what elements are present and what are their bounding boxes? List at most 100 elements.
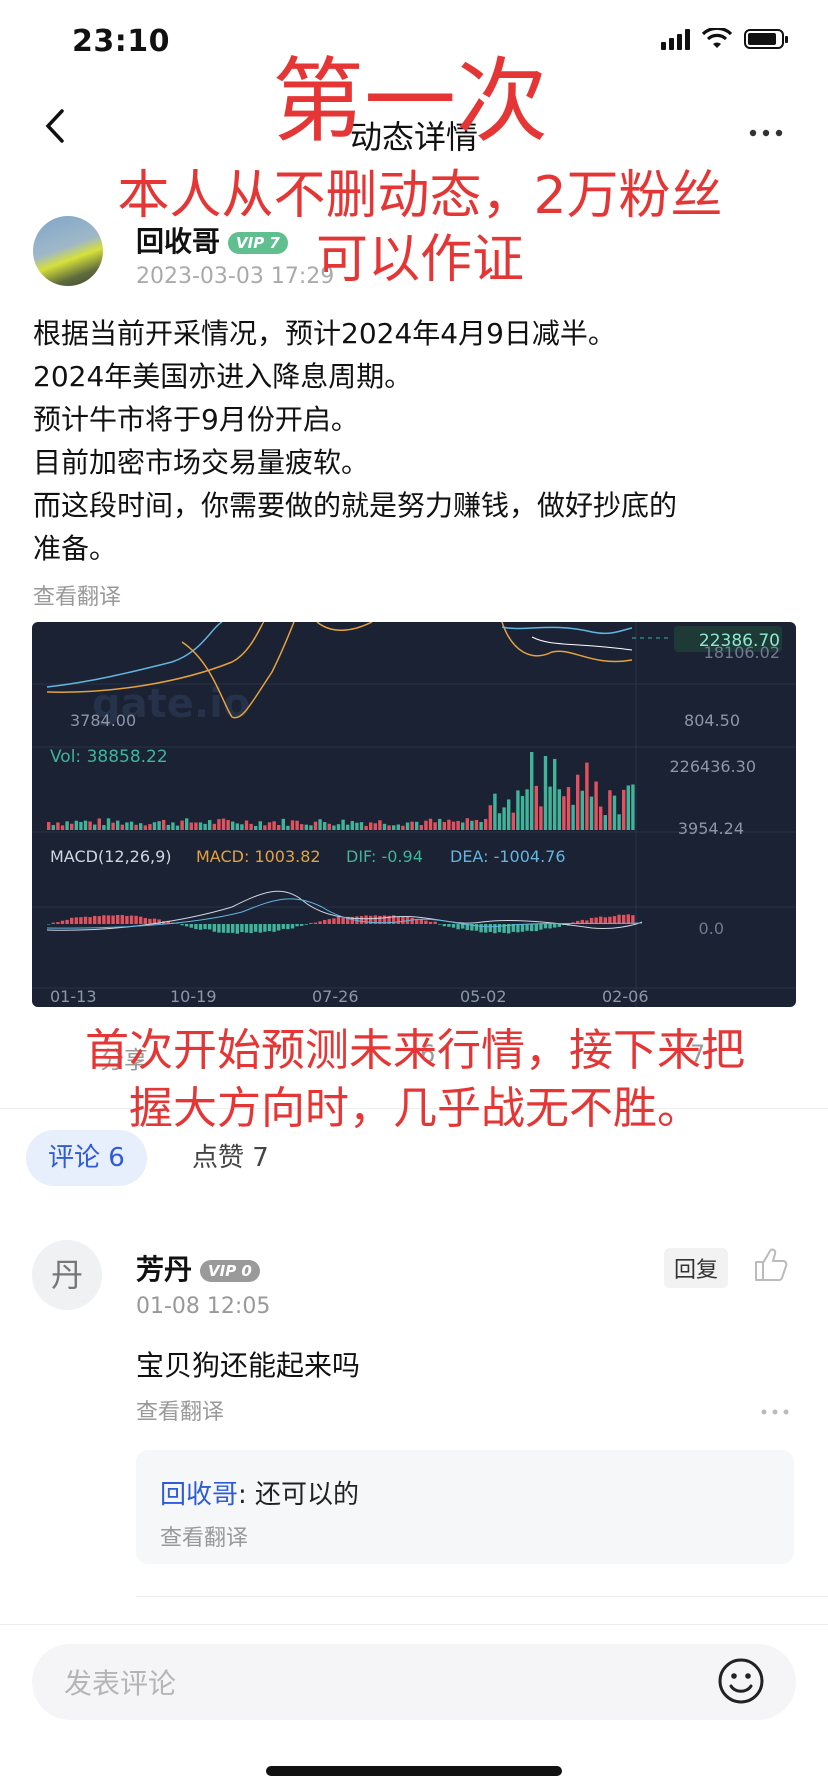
- price-chart[interactable]: gate.io 22386.70 18106.02 804.50 3784.00…: [32, 622, 796, 1007]
- volume-bar: [369, 822, 373, 830]
- volume-bar: [511, 812, 515, 830]
- volume-bar: [447, 819, 451, 830]
- macd-bar: [185, 924, 189, 927]
- volume-bar: [125, 822, 129, 830]
- translate-link[interactable]: 查看翻译: [33, 576, 803, 619]
- macd-bar: [231, 924, 235, 933]
- volume-bar: [566, 787, 571, 830]
- volume-bar: [148, 824, 152, 830]
- volume-bar: [599, 806, 603, 830]
- volume-bar: [419, 825, 423, 830]
- comment-more-button[interactable]: [760, 1394, 790, 1422]
- volume-bar: [74, 820, 78, 830]
- volume-bar: [60, 825, 65, 830]
- post-line: 根据当前开采情况，预计2024年4月9日减半。: [33, 317, 616, 350]
- macd-bar: [102, 915, 106, 924]
- volume-bar: [502, 807, 506, 830]
- volume-bar: [557, 789, 561, 830]
- macd-bar: [249, 924, 253, 934]
- reply-box[interactable]: 回收哥: 还可以的 查看翻译: [136, 1450, 794, 1564]
- x-tick: 10-19: [170, 987, 217, 1006]
- volume-axis-label: 3954.24: [678, 819, 744, 838]
- tab-comments[interactable]: 评论 6: [26, 1130, 147, 1186]
- translate-link[interactable]: 查看翻译: [136, 1394, 224, 1426]
- comment-input[interactable]: [62, 1644, 666, 1722]
- battery-icon: [744, 29, 788, 49]
- volume-bar: [428, 818, 433, 830]
- volume-bar: [212, 823, 216, 830]
- ma-line: [501, 626, 633, 635]
- macd-bar: [106, 915, 111, 924]
- commenter-avatar[interactable]: 丹: [32, 1240, 102, 1310]
- volume-bar: [139, 823, 143, 830]
- macd-bar: [442, 924, 446, 927]
- post-body: 根据当前开采情况，预计2024年4月9日减半。 2024年美国亦进入降息周期。 …: [33, 312, 803, 619]
- reply-button[interactable]: 回复: [663, 1248, 728, 1288]
- macd-bar: [332, 918, 336, 924]
- macd-bar: [295, 924, 299, 927]
- volume-bar: [465, 818, 469, 830]
- macd-bar: [493, 924, 497, 934]
- volume-bar: [254, 825, 258, 830]
- macd-bar: [424, 920, 428, 924]
- macd-bar: [488, 924, 492, 932]
- dea-value: DEA: -1004.76: [450, 847, 566, 866]
- volume-bar: [350, 821, 354, 830]
- volume-bar: [516, 790, 520, 830]
- macd-bar: [497, 924, 502, 933]
- volume-bar: [470, 820, 474, 830]
- macd-bar: [116, 914, 120, 924]
- macd-bar: [198, 924, 203, 930]
- ma-line: [316, 622, 373, 631]
- overlay-annotation: 本人从不删动态，2万粉丝 可以作证: [40, 164, 800, 292]
- macd-bar: [203, 924, 207, 930]
- volume-bar: [203, 823, 207, 830]
- price-axis-label: 18106.02: [704, 643, 780, 662]
- translate-link[interactable]: 查看翻译: [160, 1520, 248, 1552]
- volume-bar: [530, 752, 534, 830]
- volume-bar: [507, 799, 511, 830]
- volume-bar: [221, 818, 226, 830]
- volume-bar: [562, 796, 566, 830]
- volume-label: Vol: 38858.22: [50, 747, 168, 767]
- macd-bar: [336, 916, 341, 924]
- more-button[interactable]: [748, 110, 784, 144]
- macd-bar: [304, 924, 308, 925]
- ma-line: [531, 636, 633, 651]
- comment-text: 宝贝狗还能起来吗: [136, 1349, 361, 1382]
- volume-bar: [576, 774, 580, 830]
- comment-input-bar: [32, 1644, 796, 1722]
- volume-bar: [143, 825, 147, 830]
- tab-likes[interactable]: 点赞 7: [192, 1130, 269, 1186]
- macd-bar: [474, 924, 479, 931]
- volume-bar: [612, 795, 617, 830]
- x-tick: 02-06: [602, 987, 649, 1006]
- volume-bar: [364, 825, 368, 830]
- volume-bar: [194, 822, 198, 830]
- volume-bar: [548, 786, 552, 830]
- macd-bar: [520, 924, 525, 932]
- commenter-name-row[interactable]: 芳丹 VIP 0: [136, 1248, 260, 1288]
- volume-bar: [415, 821, 419, 830]
- volume-bar: [617, 814, 621, 830]
- comment-date: 01-08 12:05: [136, 1294, 271, 1319]
- macd-bar: [433, 921, 437, 924]
- volume-bar: [631, 784, 635, 830]
- volume-bar: [539, 806, 543, 830]
- volume-bar: [65, 821, 69, 830]
- volume-bar: [405, 822, 410, 830]
- macd-bar: [244, 924, 249, 933]
- macd-bar: [221, 924, 226, 933]
- macd-bar: [341, 917, 345, 924]
- x-tick: 01-13: [50, 987, 97, 1006]
- like-button[interactable]: [752, 1246, 790, 1284]
- macd-bar: [129, 915, 134, 924]
- emoji-button[interactable]: [716, 1656, 766, 1706]
- dif-value: DIF: -0.94: [346, 847, 423, 866]
- volume-bar: [382, 823, 387, 830]
- volume-bar: [401, 825, 405, 830]
- macd-bar: [438, 924, 442, 925]
- reply-author[interactable]: 回收哥: [160, 1480, 238, 1510]
- macd-bar: [359, 916, 364, 924]
- macd-bar: [208, 924, 212, 930]
